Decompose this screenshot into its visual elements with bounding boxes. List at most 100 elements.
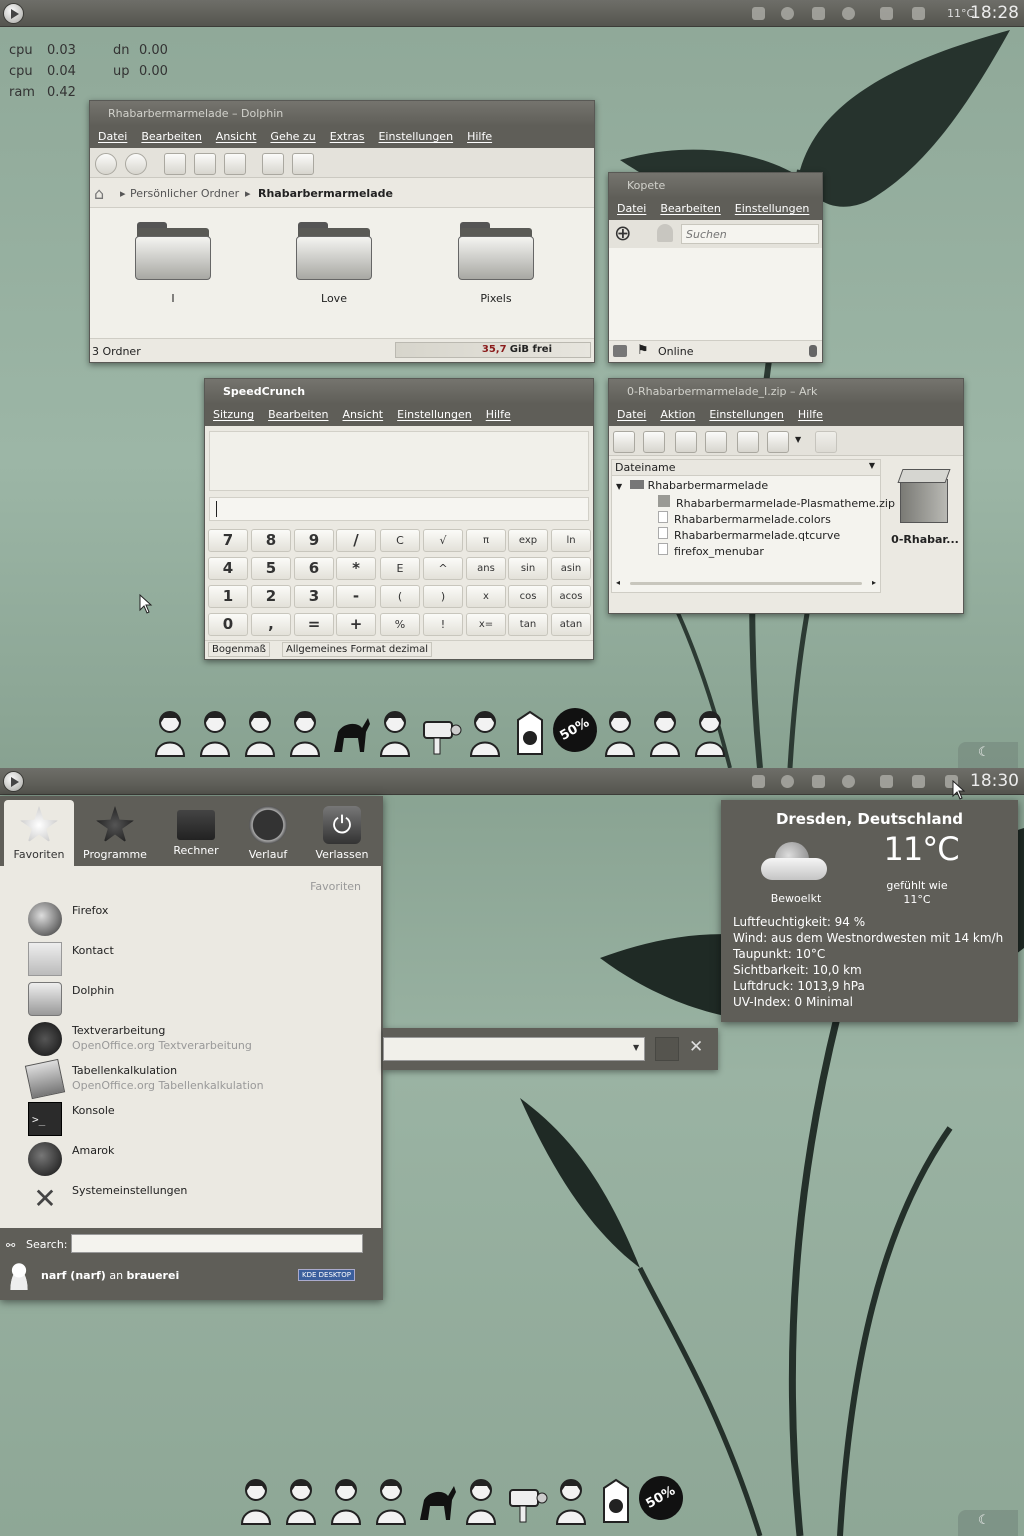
tray-robot-icon[interactable] <box>812 7 825 20</box>
list-item[interactable]: Kontact <box>28 940 368 976</box>
calc-key[interactable]: 7 <box>208 529 248 552</box>
tray-keyboard-icon[interactable] <box>752 7 765 20</box>
portrait-icon[interactable] <box>148 708 192 758</box>
delete-icon[interactable] <box>737 431 759 453</box>
tray-mic-icon[interactable] <box>912 775 925 788</box>
extract-dropdown-icon[interactable]: ▼ <box>795 435 801 444</box>
nurse-icon[interactable] <box>459 1476 503 1526</box>
tab-programme[interactable]: Programme <box>80 800 150 866</box>
preview-file-icon[interactable] <box>815 431 837 453</box>
calc-key[interactable]: 6 <box>294 557 334 580</box>
girl-icon[interactable] <box>193 708 237 758</box>
tab-rechner[interactable]: Rechner <box>161 800 231 866</box>
milk-icon[interactable] <box>508 708 552 758</box>
milk-icon[interactable] <box>594 1476 638 1526</box>
forward-icon[interactable] <box>125 153 147 175</box>
calc-key[interactable]: / <box>336 529 376 552</box>
menu-datei[interactable]: Datei <box>98 130 127 143</box>
sort-icon[interactable]: ▼ <box>869 461 875 470</box>
menu-aktion[interactable]: Aktion <box>660 408 695 421</box>
panel-clock[interactable]: 18:28 <box>970 3 1019 23</box>
home-icon[interactable]: ⌂ <box>94 184 104 203</box>
menu-hilfe[interactable]: Hilfe <box>798 408 823 421</box>
list-item[interactable]: >_ Konsole <box>28 1100 368 1136</box>
new-archive-icon[interactable] <box>613 431 635 453</box>
banana-icon[interactable] <box>643 708 687 758</box>
astronaut-icon[interactable] <box>369 1476 413 1526</box>
panel-clock[interactable]: 18:30 <box>970 771 1019 791</box>
format-mode[interactable]: Allgemeines Format dezimal <box>282 642 433 657</box>
list-item[interactable]: Tabellenkalkulation OpenOffice.org Tabell… <box>24 1058 368 1100</box>
menu-hilfe[interactable]: Hilfe <box>467 130 492 143</box>
calc-key[interactable]: 2 <box>251 585 291 608</box>
nurse-icon[interactable] <box>373 708 417 758</box>
calc-key[interactable]: π <box>466 529 506 552</box>
calc-key[interactable]: 1 <box>208 585 248 608</box>
calc-key[interactable]: + <box>336 613 376 636</box>
dashboard-toolbox[interactable]: ☾ <box>958 1510 1018 1536</box>
folder-item[interactable]: Love <box>284 220 384 305</box>
robot-icon[interactable] <box>324 1476 368 1526</box>
calc-key[interactable]: 5 <box>251 557 291 580</box>
search-input[interactable] <box>681 224 819 244</box>
calc-key[interactable]: 4 <box>208 557 248 580</box>
astronaut-icon[interactable] <box>283 708 327 758</box>
tree-row-file[interactable]: Rhabarbermarmelade.qtcurve <box>658 527 840 542</box>
sale-badge-icon[interactable]: 50% <box>544 699 606 761</box>
menu-bearbeiten[interactable]: Bearbeiten <box>268 408 328 421</box>
tray-robot-icon[interactable] <box>812 775 825 788</box>
calc-key[interactable]: ! <box>423 613 463 636</box>
close-icon[interactable]: ✕ <box>689 1037 703 1057</box>
kde-badge[interactable]: KDE DESKTOP <box>298 1269 355 1281</box>
expand-icon[interactable]: ▼ <box>616 482 622 491</box>
calc-key[interactable]: - <box>336 585 376 608</box>
dashboard-toolbox[interactable]: ☾ <box>958 742 1018 768</box>
preview-icon[interactable] <box>262 153 284 175</box>
monkey-icon[interactable] <box>549 1476 593 1526</box>
menu-extras[interactable]: Extras <box>330 130 365 143</box>
dolphin-title[interactable]: Rhabarbermarmelade – Dolphin <box>90 101 594 126</box>
kde-menu-button[interactable] <box>3 3 24 24</box>
menu-einstellungen[interactable]: Einstellungen <box>709 408 784 421</box>
tray-back-icon[interactable] <box>781 775 794 788</box>
monkey-icon[interactable] <box>463 708 507 758</box>
open-archive-icon[interactable] <box>643 431 665 453</box>
columns-view-icon[interactable] <box>224 153 246 175</box>
deer-icon[interactable] <box>414 1476 458 1526</box>
menu-bearbeiten[interactable]: Bearbeiten <box>660 202 720 215</box>
list-item[interactable]: Dolphin <box>28 980 368 1016</box>
details-view-icon[interactable] <box>194 153 216 175</box>
folder-item[interactable]: Pixels <box>446 220 546 305</box>
calc-key[interactable]: tan <box>508 613 548 636</box>
expression-input[interactable] <box>209 497 589 521</box>
calc-key[interactable]: 8 <box>251 529 291 552</box>
tray-keyboard-icon[interactable] <box>752 775 765 788</box>
menu-gehe-zu[interactable]: Gehe zu <box>270 130 315 143</box>
menu-hilfe[interactable]: Hilfe <box>486 408 511 421</box>
deer-icon[interactable] <box>328 708 372 758</box>
tray-back-icon[interactable] <box>781 7 794 20</box>
tray-battery-icon[interactable] <box>880 775 893 788</box>
calc-key[interactable]: 3 <box>294 585 334 608</box>
icons-view-icon[interactable] <box>164 153 186 175</box>
online-status[interactable]: Online <box>658 345 693 358</box>
calc-key[interactable]: atan <box>551 613 591 636</box>
tray-battery-icon[interactable] <box>880 7 893 20</box>
sale-badge-icon[interactable]: 50% <box>630 1467 692 1529</box>
bubble-icon[interactable] <box>688 708 732 758</box>
camera-icon[interactable] <box>418 708 462 758</box>
add-contact-icon[interactable]: ⊕ <box>614 221 632 245</box>
calc-key[interactable]: = <box>294 613 334 636</box>
status-people-icon[interactable] <box>613 345 627 357</box>
calc-key[interactable]: 9 <box>294 529 334 552</box>
tray-eye-icon[interactable] <box>842 775 855 788</box>
calc-key[interactable]: ( <box>380 585 420 608</box>
calc-key[interactable]: x <box>466 585 506 608</box>
girl-icon[interactable] <box>279 1476 323 1526</box>
column-header[interactable]: Dateiname ▼ <box>612 460 880 476</box>
tray-mic-icon[interactable] <box>912 7 925 20</box>
calc-key[interactable]: E <box>380 557 420 580</box>
tree-row-file[interactable]: Rhabarbermarmelade-Plasmatheme.zip <box>658 495 895 510</box>
menu-einstellungen[interactable]: Einstellungen <box>397 408 472 421</box>
runner-input[interactable] <box>383 1037 645 1061</box>
